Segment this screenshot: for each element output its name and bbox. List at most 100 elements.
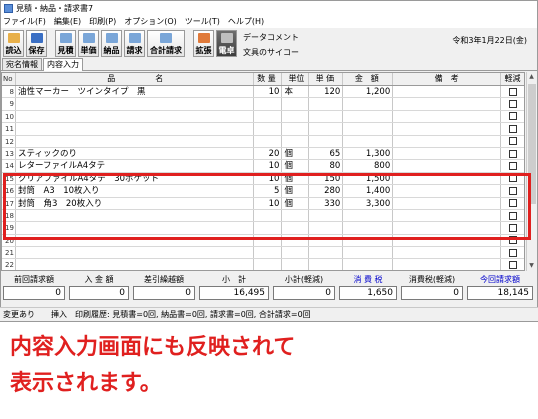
reduced-tax-checkbox[interactable] bbox=[508, 137, 517, 146]
item-name-cell[interactable] bbox=[16, 259, 254, 270]
price-cell[interactable]: 280 bbox=[309, 185, 344, 197]
reduced-tax-checkbox[interactable] bbox=[508, 174, 517, 183]
price-cell[interactable]: 120 bbox=[309, 86, 344, 98]
note-cell[interactable] bbox=[393, 147, 502, 160]
note-cell[interactable] bbox=[393, 197, 502, 209]
reduced-tax-checkbox[interactable] bbox=[508, 236, 517, 245]
table-row[interactable]: 19 bbox=[2, 222, 524, 235]
reduced-tax-checkbox[interactable] bbox=[508, 87, 517, 96]
table-row[interactable]: 18 bbox=[2, 209, 524, 223]
price-cell[interactable] bbox=[309, 247, 344, 259]
unit-cell[interactable] bbox=[282, 135, 310, 147]
grid-scrollbar[interactable]: ▲ ▼ bbox=[526, 72, 536, 271]
table-row[interactable]: 15 クリアファイルA4タテ 30ポケット 10 個 150 1,500 bbox=[2, 172, 524, 186]
table-row[interactable]: 16 封筒 A3 10枚入り 5 個 280 1,400 bbox=[2, 185, 524, 198]
note-cell[interactable] bbox=[393, 135, 502, 147]
table-row[interactable]: 22 bbox=[2, 259, 524, 270]
reduced-tax-checkbox[interactable] bbox=[508, 124, 517, 133]
table-row[interactable]: 21 bbox=[2, 247, 524, 260]
scroll-down-icon[interactable]: ▼ bbox=[527, 261, 536, 271]
delivery-button[interactable]: 納品 bbox=[101, 30, 122, 57]
menu-file[interactable]: ファイル(F) bbox=[3, 16, 46, 27]
save-button[interactable]: 保存 bbox=[26, 30, 47, 57]
table-row[interactable]: 17 封筒 角3 20枚入り 10 個 330 3,300 bbox=[2, 197, 524, 210]
reduced-tax-checkbox[interactable] bbox=[508, 223, 517, 232]
qty-cell[interactable] bbox=[254, 222, 283, 234]
item-name-cell[interactable] bbox=[16, 247, 254, 259]
item-name-cell[interactable] bbox=[16, 222, 254, 234]
item-name-cell[interactable] bbox=[16, 123, 254, 135]
tax-field[interactable]: 1,650 bbox=[339, 286, 397, 300]
qty-cell[interactable] bbox=[254, 98, 283, 110]
note-cell[interactable] bbox=[393, 247, 502, 259]
extend-button[interactable]: 拡張 bbox=[193, 30, 214, 57]
reduced-tax-checkbox[interactable] bbox=[508, 211, 517, 220]
table-row[interactable]: 10 bbox=[2, 110, 524, 124]
qty-cell[interactable] bbox=[254, 234, 283, 247]
note-cell[interactable] bbox=[393, 110, 502, 123]
menu-options[interactable]: オプション(O) bbox=[124, 16, 177, 27]
unit-cell[interactable]: 個 bbox=[282, 147, 310, 160]
table-row[interactable]: 12 bbox=[2, 135, 524, 148]
reduced-tax-checkbox[interactable] bbox=[508, 100, 517, 109]
reduced-tax-checkbox[interactable] bbox=[508, 162, 517, 171]
price-cell[interactable] bbox=[309, 234, 344, 247]
price-cell[interactable] bbox=[309, 123, 344, 135]
table-row[interactable]: 9 bbox=[2, 98, 524, 111]
unit-cell[interactable] bbox=[282, 247, 310, 259]
tab-address-info[interactable]: 宛名情報 bbox=[2, 58, 42, 70]
note-cell[interactable] bbox=[393, 98, 502, 110]
unit-cell[interactable]: 個 bbox=[282, 197, 310, 209]
tab-content-input[interactable]: 内容入力 bbox=[43, 58, 83, 71]
price-cell[interactable] bbox=[309, 98, 344, 110]
price-cell[interactable] bbox=[309, 259, 344, 270]
price-cell[interactable] bbox=[309, 222, 344, 234]
table-row[interactable]: 14 レターファイルA4タテ 10 個 80 800 bbox=[2, 160, 524, 173]
price-cell[interactable]: 150 bbox=[309, 172, 344, 185]
note-cell[interactable] bbox=[393, 209, 502, 222]
qty-cell[interactable] bbox=[254, 135, 283, 147]
reduced-tax-checkbox[interactable] bbox=[508, 186, 517, 195]
item-name-cell[interactable]: 封筒 角3 20枚入り bbox=[16, 197, 254, 209]
reduced-tax-checkbox[interactable] bbox=[508, 112, 517, 121]
unit-cell[interactable] bbox=[282, 123, 310, 135]
prev-invoice-field[interactable]: 0 bbox=[3, 286, 65, 300]
document-date[interactable]: 令和3年1月22日(金) bbox=[452, 30, 527, 52]
price-cell[interactable]: 65 bbox=[309, 147, 344, 160]
scroll-up-icon[interactable]: ▲ bbox=[527, 72, 536, 82]
unit-cell[interactable] bbox=[282, 110, 310, 123]
item-name-cell[interactable]: レターファイルA4タテ bbox=[16, 160, 254, 172]
note-cell[interactable] bbox=[393, 123, 502, 135]
calculator-button[interactable]: 電卓 bbox=[216, 30, 237, 57]
table-row[interactable]: 8 油性マーカー ツインタイプ 黒 10 本 120 1,200 bbox=[2, 86, 524, 99]
tax-reduced-field[interactable]: 0 bbox=[401, 286, 463, 300]
table-row[interactable]: 11 bbox=[2, 123, 524, 136]
unit-cell[interactable] bbox=[282, 259, 310, 270]
load-button[interactable]: 読込 bbox=[3, 30, 24, 57]
note-cell[interactable] bbox=[393, 160, 502, 172]
qty-cell[interactable]: 5 bbox=[254, 185, 283, 197]
qty-cell[interactable] bbox=[254, 123, 283, 135]
total-invoice-button[interactable]: 合計請求 bbox=[147, 30, 185, 57]
item-name-cell[interactable] bbox=[16, 135, 254, 147]
item-name-cell[interactable]: 油性マーカー ツインタイプ 黒 bbox=[16, 86, 254, 98]
unit-cell[interactable]: 個 bbox=[282, 185, 310, 197]
reduced-tax-checkbox[interactable] bbox=[508, 261, 517, 270]
price-cell[interactable]: 80 bbox=[309, 160, 344, 172]
unit-cell[interactable]: 本 bbox=[282, 86, 310, 98]
item-name-cell[interactable] bbox=[16, 110, 254, 123]
menu-print[interactable]: 印刷(P) bbox=[89, 16, 116, 27]
reduced-tax-checkbox[interactable] bbox=[508, 199, 517, 208]
quote-button[interactable]: 見積 bbox=[55, 30, 76, 57]
qty-cell[interactable]: 10 bbox=[254, 160, 283, 172]
price-cell[interactable] bbox=[309, 209, 344, 222]
price-cell[interactable] bbox=[309, 135, 344, 147]
table-row[interactable]: 20 bbox=[2, 234, 524, 248]
table-row[interactable]: 13 スティックのり 20 個 65 1,300 bbox=[2, 147, 524, 161]
menu-tools[interactable]: ツール(T) bbox=[185, 16, 220, 27]
item-name-cell[interactable]: クリアファイルA4タテ 30ポケット bbox=[16, 172, 254, 185]
item-name-cell[interactable]: 封筒 A3 10枚入り bbox=[16, 185, 254, 197]
reduced-tax-checkbox[interactable] bbox=[508, 248, 517, 257]
menu-help[interactable]: ヘルプ(H) bbox=[228, 16, 264, 27]
price-cell[interactable]: 330 bbox=[309, 197, 344, 209]
